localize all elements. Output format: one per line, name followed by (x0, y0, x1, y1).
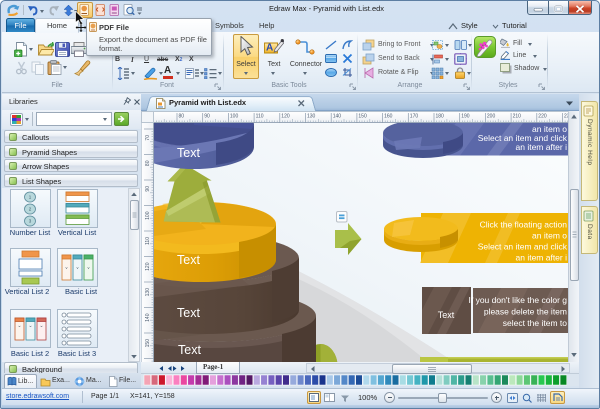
svg-text:A: A (266, 43, 273, 54)
